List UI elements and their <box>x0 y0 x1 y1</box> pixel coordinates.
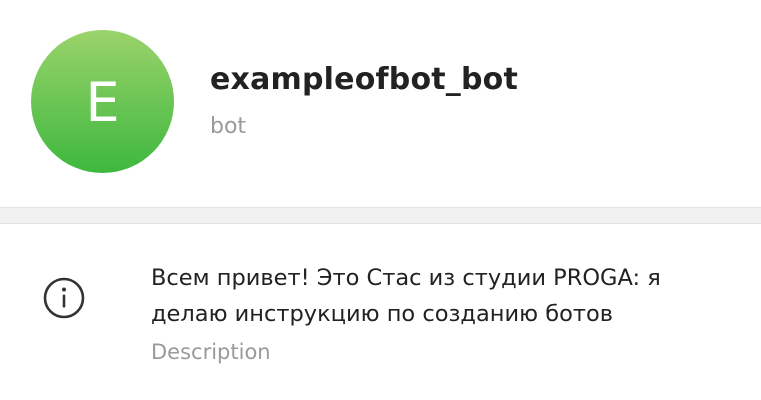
bot-subtitle: bot <box>210 114 247 139</box>
description-text: Всем привет! Это Стас из студии PROGA: я… <box>151 260 731 332</box>
bot-name: exampleofbot_bot <box>210 62 519 97</box>
avatar[interactable]: E <box>31 30 174 173</box>
description-line-2: делаю инструкцию по созданию ботов <box>151 301 613 327</box>
bot-profile-panel: E exampleofbot_bot bot Всем привет! Это … <box>0 0 761 400</box>
profile-header: E exampleofbot_bot bot <box>0 0 761 207</box>
description-label: Description <box>151 340 271 364</box>
description-line-1: Всем привет! Это Стас из студии PROGA: я <box>151 265 661 291</box>
info-icon <box>43 277 85 319</box>
section-divider <box>0 207 761 224</box>
avatar-letter: E <box>85 70 120 134</box>
description-row[interactable]: Всем привет! Это Стас из студии PROGA: я… <box>0 224 761 400</box>
